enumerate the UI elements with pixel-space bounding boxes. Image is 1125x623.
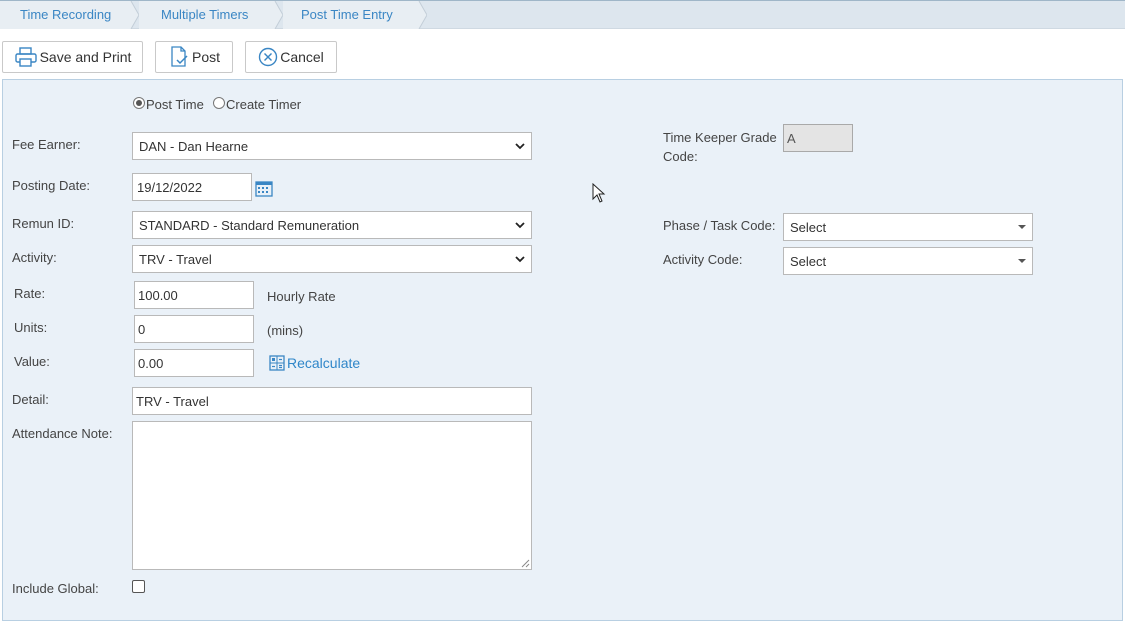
- time-keeper-grade-value: A: [787, 130, 796, 146]
- mouse-cursor-icon: [592, 183, 606, 203]
- breadcrumb-item-post-time-entry[interactable]: Post Time Entry: [283, 1, 413, 29]
- breadcrumb-separator: [269, 1, 283, 29]
- phase-task-code-value: Select: [790, 219, 827, 235]
- create-timer-radio[interactable]: [213, 97, 225, 109]
- posting-date-label: Posting Date:: [12, 178, 91, 193]
- phase-task-code-label: Phase / Task Code:: [663, 218, 776, 233]
- caret-down-icon: [1018, 259, 1026, 263]
- breadcrumb-item-time-recording[interactable]: Time Recording: [0, 1, 125, 29]
- units-input[interactable]: 0: [134, 315, 254, 343]
- time-keeper-grade-input: A: [783, 124, 853, 152]
- breadcrumb-separator: [413, 1, 427, 29]
- fee-earner-label: Fee Earner:: [12, 137, 81, 152]
- chevron-down-icon: [515, 255, 525, 262]
- posting-date-input[interactable]: 19/12/2022: [132, 173, 252, 201]
- remun-id-label: Remun ID:: [12, 216, 75, 231]
- units-value: 0: [138, 321, 146, 337]
- time-keeper-grade-label: Time Keeper Grade Code:: [663, 128, 777, 166]
- post-time-form: Post Time Create Timer Fee Earner: DAN -…: [2, 79, 1123, 621]
- resize-handle-icon[interactable]: [521, 559, 530, 568]
- caret-down-icon: [1018, 225, 1026, 229]
- post-label: Post: [191, 49, 220, 65]
- units-unit-label: (mins): [267, 323, 304, 338]
- chevron-down-icon: [515, 142, 525, 149]
- activity-label: Activity:: [12, 250, 57, 265]
- activity-code-select[interactable]: Select: [783, 247, 1033, 275]
- cancel-circle-icon: [259, 47, 278, 67]
- value-value: 0.00: [138, 355, 164, 371]
- post-time-radio-label: Post Time: [146, 97, 204, 112]
- post-time-radio[interactable]: [133, 97, 145, 109]
- cancel-button[interactable]: Cancel: [245, 41, 337, 73]
- detail-input[interactable]: TRV - Travel: [132, 387, 532, 415]
- save-and-print-label: Save and Print: [39, 49, 132, 65]
- post-button[interactable]: Post: [155, 41, 233, 73]
- time-keeper-grade-label-line1: Time Keeper Grade: [663, 130, 777, 145]
- include-global-label: Include Global:: [12, 581, 99, 596]
- activity-value: TRV - Travel: [139, 251, 212, 267]
- rate-unit-label: Hourly Rate: [267, 289, 336, 304]
- fee-earner-value: DAN - Dan Hearne: [139, 138, 249, 154]
- rate-value: 100.00: [138, 287, 178, 303]
- recalculate-label: Recalculate: [287, 355, 361, 371]
- activity-code-value: Select: [790, 253, 827, 269]
- recalculate-link[interactable]: Recalculate: [269, 355, 360, 371]
- activity-code-label: Activity Code:: [663, 252, 743, 267]
- breadcrumb-item-multiple-timers[interactable]: Multiple Timers: [139, 1, 269, 29]
- value-label: Value:: [14, 354, 50, 369]
- cancel-label: Cancel: [280, 49, 324, 65]
- attendance-note-textarea[interactable]: [132, 421, 532, 570]
- remun-id-select[interactable]: STANDARD - Standard Remuneration: [132, 211, 532, 239]
- rate-input[interactable]: 100.00: [134, 281, 254, 309]
- breadcrumb-separator: [125, 1, 139, 29]
- activity-select[interactable]: TRV - Travel: [132, 245, 532, 273]
- remun-id-value: STANDARD - Standard Remuneration: [139, 217, 360, 233]
- value-input[interactable]: 0.00: [134, 349, 254, 377]
- posting-date-value: 19/12/2022: [137, 179, 203, 195]
- calendar-icon[interactable]: [255, 180, 273, 197]
- units-label: Units:: [14, 320, 48, 335]
- breadcrumb: Time Recording Multiple Timers Post Time…: [0, 0, 1125, 29]
- detail-value: TRV - Travel: [136, 393, 209, 409]
- create-timer-radio-label: Create Timer: [226, 97, 302, 112]
- chevron-down-icon: [515, 221, 525, 228]
- time-keeper-grade-label-line2: Code:: [663, 149, 698, 164]
- printer-icon: [14, 47, 37, 67]
- rate-label: Rate:: [14, 286, 46, 301]
- attendance-note-label: Attendance Note:: [12, 426, 113, 441]
- save-and-print-button[interactable]: Save and Print: [2, 41, 143, 73]
- include-global-checkbox[interactable]: [132, 580, 145, 593]
- document-check-icon: [171, 46, 188, 67]
- detail-label: Detail:: [12, 392, 49, 407]
- calculator-icon: [269, 355, 285, 371]
- fee-earner-select[interactable]: DAN - Dan Hearne: [132, 132, 532, 160]
- phase-task-code-select[interactable]: Select: [783, 213, 1033, 241]
